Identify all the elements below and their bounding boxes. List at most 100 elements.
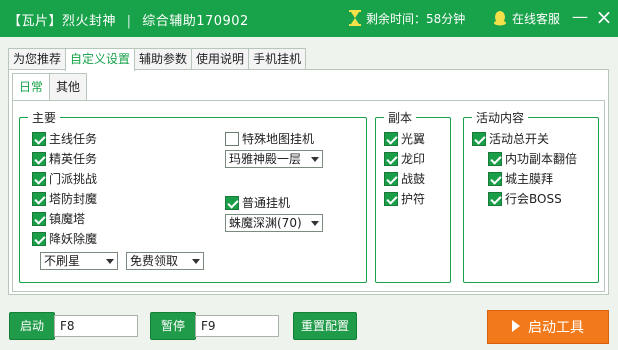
launch-tool-button[interactable]: 启动工具 bbox=[487, 310, 609, 344]
chevron-down-icon bbox=[192, 259, 200, 264]
activity-master-checkbox[interactable]: 活动总开关 bbox=[472, 130, 549, 147]
checkbox-box bbox=[32, 191, 46, 206]
app-window: 【瓦片】烈火封神 | 综合辅助170902 剩余时间：58分钟 在线客服 — ×… bbox=[0, 0, 618, 350]
star-refresh-select[interactable]: 不刷星 bbox=[40, 252, 118, 270]
checkbox-box bbox=[225, 131, 239, 146]
dungeon-group-legend: 副本 bbox=[388, 111, 413, 125]
start-hotkey-field[interactable]: F8 bbox=[54, 315, 138, 337]
close-button[interactable]: × bbox=[594, 7, 614, 28]
daily-panel: 主要 主线任务 精英任务 门派挑战 塔防封魔 镇魔塔 降妖除魔 不刷星 免费领取… bbox=[12, 100, 605, 292]
penguin-icon bbox=[494, 11, 506, 26]
title-prefix: 【瓦片】烈火封神 bbox=[8, 14, 117, 29]
checkbox-box bbox=[225, 195, 239, 210]
tab-other[interactable]: 其他 bbox=[49, 73, 87, 101]
dungeon-checkbox[interactable]: 龙印 bbox=[384, 150, 425, 167]
app-title: 【瓦片】烈火封神 | 综合辅助170902 bbox=[8, 10, 249, 29]
main-tab-bar: 为您推荐 自定义设置 辅助参数 使用说明 手机挂机 bbox=[8, 48, 307, 71]
checkbox-box bbox=[32, 211, 46, 226]
special-map-value: 玛雅神殿一层 bbox=[229, 152, 302, 166]
task-checkbox[interactable]: 门派挑战 bbox=[32, 170, 97, 187]
task-checkbox[interactable]: 主线任务 bbox=[32, 130, 97, 147]
chevron-down-icon bbox=[311, 221, 319, 226]
task-label: 门派挑战 bbox=[49, 172, 98, 186]
online-service-link[interactable]: 在线客服 bbox=[492, 10, 560, 27]
remaining-time-text: 剩余时间：58分钟 bbox=[366, 12, 466, 26]
dungeon-label: 龙印 bbox=[401, 152, 426, 166]
checkbox-box bbox=[488, 191, 502, 206]
special-map-label: 特殊地图挂机 bbox=[242, 132, 315, 146]
checkbox-box bbox=[488, 171, 502, 186]
tab-custom-settings[interactable]: 自定义设置 bbox=[65, 48, 136, 71]
checkbox-box bbox=[384, 151, 398, 166]
tab-assist-params[interactable]: 辅助参数 bbox=[134, 48, 193, 70]
dungeon-group: 副本 光翼 龙印 战鼓 护符 bbox=[375, 109, 451, 283]
task-label: 主线任务 bbox=[49, 132, 98, 146]
checkbox-box bbox=[384, 191, 398, 206]
dungeon-checkbox[interactable]: 护符 bbox=[384, 190, 425, 207]
claim-mode-value: 免费领取 bbox=[130, 254, 179, 268]
sub-tab-bar: 日常 其他 bbox=[12, 73, 87, 101]
tab-instructions[interactable]: 使用说明 bbox=[191, 48, 250, 70]
tab-mobile-hang[interactable]: 手机挂机 bbox=[248, 48, 307, 70]
launch-tool-label: 启动工具 bbox=[528, 320, 584, 336]
claim-mode-select[interactable]: 免费领取 bbox=[126, 252, 204, 270]
online-service-label: 在线客服 bbox=[512, 12, 561, 26]
title-separator: | bbox=[126, 14, 132, 29]
chevron-down-icon bbox=[106, 259, 114, 264]
checkbox-box bbox=[32, 171, 46, 186]
activity-label: 行会BOSS bbox=[505, 192, 562, 206]
task-label: 降妖除魔 bbox=[49, 232, 98, 246]
dungeon-label: 光翼 bbox=[401, 132, 426, 146]
special-map-select[interactable]: 玛雅神殿一层 bbox=[225, 150, 323, 168]
checkbox-box bbox=[384, 171, 398, 186]
chevron-down-icon bbox=[311, 157, 319, 162]
task-checkbox[interactable]: 镇魔塔 bbox=[32, 210, 85, 227]
hourglass-icon bbox=[349, 10, 361, 26]
checkbox-box bbox=[32, 231, 46, 246]
normal-hang-checkbox[interactable]: 普通挂机 bbox=[225, 194, 290, 211]
main-group-legend: 主要 bbox=[32, 111, 57, 125]
task-label: 塔防封魔 bbox=[49, 192, 98, 206]
start-hotkey-label: 启动 bbox=[9, 312, 55, 340]
normal-hang-label: 普通挂机 bbox=[242, 196, 291, 210]
activity-label: 内功副本翻倍 bbox=[505, 152, 578, 166]
tab-recommend[interactable]: 为您推荐 bbox=[8, 48, 67, 70]
pause-hotkey-label: 暂停 bbox=[150, 312, 196, 340]
special-map-checkbox[interactable]: 特殊地图挂机 bbox=[225, 130, 314, 147]
remaining-time: 剩余时间：58分钟 bbox=[348, 10, 465, 27]
task-checkbox[interactable]: 塔防封魔 bbox=[32, 190, 97, 207]
bottom-bar: 启动 F8 暂停 F9 重置配置 启动工具 bbox=[0, 304, 618, 350]
activity-group-legend: 活动内容 bbox=[476, 111, 525, 125]
title-suffix: 综合辅助170902 bbox=[142, 14, 249, 29]
activity-checkbox[interactable]: 行会BOSS bbox=[488, 190, 562, 207]
dungeon-checkbox[interactable]: 光翼 bbox=[384, 130, 425, 147]
play-icon bbox=[512, 320, 520, 332]
activity-master-label: 活动总开关 bbox=[489, 132, 550, 146]
activity-group: 活动内容 活动总开关 内功副本翻倍 城主膜拜 行会BOSS bbox=[463, 109, 599, 283]
title-bar: 【瓦片】烈火封神 | 综合辅助170902 剩余时间：58分钟 在线客服 — × bbox=[0, 0, 618, 37]
task-label: 精英任务 bbox=[49, 152, 98, 166]
minimize-button[interactable]: — bbox=[570, 8, 590, 28]
tab-daily[interactable]: 日常 bbox=[12, 73, 50, 101]
activity-checkbox[interactable]: 城主膜拜 bbox=[488, 170, 553, 187]
normal-hang-select[interactable]: 蛛魔深渊(70) bbox=[225, 214, 323, 232]
task-checkbox[interactable]: 精英任务 bbox=[32, 150, 97, 167]
checkbox-box bbox=[472, 131, 486, 146]
dungeon-label: 战鼓 bbox=[401, 172, 426, 186]
checkbox-box bbox=[488, 151, 502, 166]
activity-label: 城主膜拜 bbox=[505, 172, 554, 186]
checkbox-box bbox=[32, 131, 46, 146]
task-checkbox[interactable]: 降妖除魔 bbox=[32, 230, 97, 247]
pause-hotkey-field[interactable]: F9 bbox=[195, 315, 279, 337]
task-label: 镇魔塔 bbox=[49, 212, 86, 226]
normal-hang-value: 蛛魔深渊(70) bbox=[229, 216, 302, 230]
main-group: 主要 主线任务 精英任务 门派挑战 塔防封魔 镇魔塔 降妖除魔 不刷星 免费领取… bbox=[19, 109, 367, 283]
activity-checkbox[interactable]: 内功副本翻倍 bbox=[488, 150, 577, 167]
checkbox-box bbox=[32, 151, 46, 166]
settings-panel: 日常 其他 主要 主线任务 精英任务 门派挑战 塔防封魔 镇魔塔 降妖除魔 不刷… bbox=[8, 69, 609, 295]
star-refresh-value: 不刷星 bbox=[44, 254, 81, 268]
checkbox-box bbox=[384, 131, 398, 146]
dungeon-checkbox[interactable]: 战鼓 bbox=[384, 170, 425, 187]
reset-config-button[interactable]: 重置配置 bbox=[293, 312, 357, 340]
dungeon-label: 护符 bbox=[401, 192, 426, 206]
